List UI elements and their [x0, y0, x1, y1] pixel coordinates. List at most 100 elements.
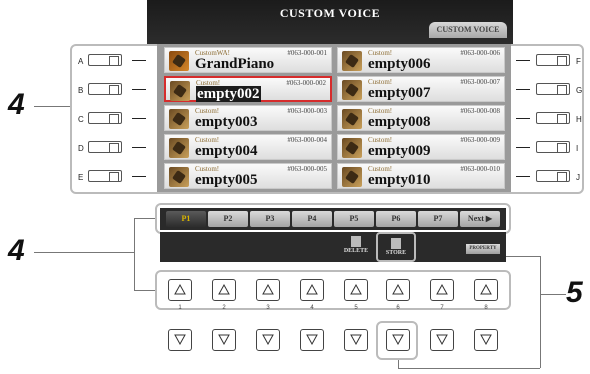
hw-down-button[interactable] [386, 329, 410, 351]
hw-up-button[interactable] [256, 279, 280, 301]
side-button-i[interactable] [536, 141, 570, 153]
hw-button-number: 7 [440, 305, 444, 311]
hw-down-button[interactable] [300, 329, 324, 351]
guitar-icon [169, 167, 189, 187]
hw-down-button[interactable] [474, 329, 498, 351]
voice-number: #063-000-010 [460, 165, 500, 173]
guitar-icon [170, 81, 190, 101]
connector-dash [516, 147, 530, 148]
tab-page[interactable]: P7 [418, 211, 458, 227]
callout-4-pages: 4 [8, 234, 25, 267]
voice-item[interactable]: Custom! #063-000-004 empty004 [164, 134, 332, 160]
callout-line [540, 294, 566, 295]
callout-line [34, 252, 134, 253]
side-button-d[interactable] [88, 141, 122, 153]
voice-name: empty005 [195, 172, 258, 188]
voice-name: empty002 [196, 86, 261, 102]
hw-down-button[interactable] [344, 329, 368, 351]
hw-button-number: 2 [222, 305, 226, 311]
store-button[interactable]: STORE [376, 232, 416, 262]
connector-dash [516, 89, 530, 90]
hw-down-button[interactable] [212, 329, 236, 351]
guitar-icon [169, 138, 189, 158]
tab-page[interactable]: P1 [166, 211, 206, 227]
hw-up-button[interactable] [300, 279, 324, 301]
connector-dash [132, 147, 146, 148]
voice-name: GrandPiano [195, 56, 275, 72]
side-button-f[interactable] [536, 54, 570, 66]
voice-item[interactable]: CustomWA! #063-000-001 GrandPiano [164, 47, 332, 73]
tab-page[interactable]: P2 [208, 211, 248, 227]
tab-page[interactable]: P6 [376, 211, 416, 227]
side-button-label: C [78, 115, 84, 124]
up-triangle-icon [218, 284, 230, 295]
side-button-j[interactable] [536, 170, 570, 182]
voice-item[interactable]: Custom! #063-000-007 empty007 [337, 76, 505, 102]
voice-item[interactable]: Custom! #063-000-010 empty010 [337, 163, 505, 189]
side-button-a[interactable] [88, 54, 122, 66]
property-button[interactable]: PROPERTY [466, 244, 500, 254]
callout-line [34, 106, 70, 107]
side-button-label: H [576, 115, 582, 124]
voice-item[interactable]: Custom! #063-000-003 empty003 [164, 105, 332, 131]
down-triangle-icon [174, 334, 186, 345]
screen-title: CUSTOM VOICE [279, 6, 381, 20]
hw-up-button[interactable] [212, 279, 236, 301]
voice-item[interactable]: Custom! #063-000-009 empty009 [337, 134, 505, 160]
hw-up-button[interactable] [474, 279, 498, 301]
side-button-label: J [576, 173, 580, 182]
side-button-c[interactable] [88, 112, 122, 124]
tab-page[interactable]: P4 [292, 211, 332, 227]
up-triangle-icon [480, 284, 492, 295]
down-triangle-icon [218, 334, 230, 345]
side-button-label: A [78, 57, 84, 66]
voice-number: #063-000-006 [460, 49, 500, 57]
hw-button-number: 8 [484, 305, 488, 311]
grand-piano-icon [169, 51, 189, 71]
screen-header: CUSTOM VOICE CUSTOM VOICE [147, 0, 513, 44]
hw-button-number: 3 [266, 305, 270, 311]
guitar-icon [342, 138, 362, 158]
side-button-g[interactable] [536, 83, 570, 95]
down-triangle-icon [350, 334, 362, 345]
up-triangle-icon [436, 284, 448, 295]
tab-page[interactable]: Next ▶ [460, 211, 500, 227]
connector-dash [132, 176, 146, 177]
voice-name: empty006 [368, 56, 431, 72]
callout-4-voice-list: 4 [8, 88, 25, 121]
hw-up-button[interactable] [344, 279, 368, 301]
hw-up-button[interactable] [386, 279, 410, 301]
voice-list: CustomWA! #063-000-001 GrandPiano Custom! #0… [157, 44, 511, 192]
delete-label: DELETE [343, 248, 369, 254]
voice-item[interactable]: Custom! #063-000-005 empty005 [164, 163, 332, 189]
voice-number: #063-000-005 [287, 165, 327, 173]
voice-item[interactable]: Custom! #063-000-008 empty008 [337, 105, 505, 131]
callout-line [540, 256, 541, 368]
voice-name: empty003 [195, 114, 258, 130]
tab-page[interactable]: P3 [250, 211, 290, 227]
up-triangle-icon [350, 284, 362, 295]
voice-item[interactable]: Custom! #063-000-006 empty006 [337, 47, 505, 73]
hw-button-number: 4 [310, 305, 314, 311]
hw-down-button[interactable] [256, 329, 280, 351]
hw-button-number: 5 [354, 305, 358, 311]
voice-item[interactable]: Custom! #063-000-002 empty002 [164, 76, 332, 102]
voice-name: empty007 [368, 85, 431, 101]
down-triangle-icon [262, 334, 274, 345]
side-button-label: E [78, 173, 84, 182]
side-button-h[interactable] [536, 112, 570, 124]
tab-custom-voice[interactable]: CUSTOM VOICE [429, 22, 507, 38]
side-button-e[interactable] [88, 170, 122, 182]
tab-page[interactable]: P5 [334, 211, 374, 227]
hw-up-button[interactable] [430, 279, 454, 301]
guitar-icon [342, 109, 362, 129]
up-triangle-icon [262, 284, 274, 295]
voice-number: #063-000-002 [286, 79, 326, 87]
hw-up-button[interactable] [168, 279, 192, 301]
up-triangle-icon [174, 284, 186, 295]
delete-button[interactable]: DELETE [340, 236, 372, 258]
hw-down-button[interactable] [168, 329, 192, 351]
callout-line [134, 218, 135, 290]
side-button-b[interactable] [88, 83, 122, 95]
hw-down-button[interactable] [430, 329, 454, 351]
